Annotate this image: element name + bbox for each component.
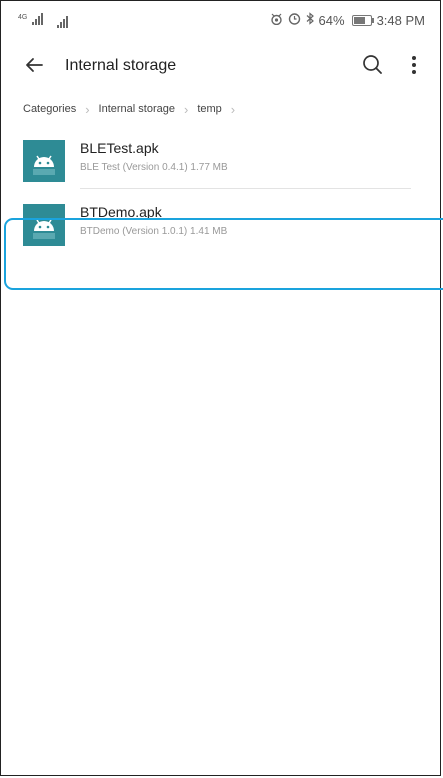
alarm-icon <box>288 12 301 28</box>
file-name: BLETest.apk <box>80 140 159 156</box>
signal-bars-icon <box>31 13 43 25</box>
page-title: Internal storage <box>65 57 177 74</box>
breadcrumb-internal-storage[interactable]: Internal storage <box>99 103 175 115</box>
bluetooth-icon <box>306 12 314 28</box>
arrow-left-icon <box>26 58 43 72</box>
breadcrumb-categories[interactable]: Categories <box>23 103 76 115</box>
file-meta: BLE Test (Version 0.4.1) 1.77 MB <box>80 162 228 173</box>
app-bar: Internal storage <box>0 42 443 88</box>
breadcrumb-temp[interactable]: temp <box>197 103 221 115</box>
breadcrumb: Categories › Internal storage › temp › <box>23 100 244 118</box>
search-button[interactable] <box>357 50 387 80</box>
signal-indicators: 4G <box>18 13 68 28</box>
chevron-right-icon: › <box>183 101 189 117</box>
status-bar: 4G 64% 3:48 PM <box>12 10 431 32</box>
android-apk-icon <box>23 140 65 182</box>
list-item-bletest[interactable]: BLETest.apk BLE Test (Version 0.4.1) 1.7… <box>0 136 443 190</box>
network-type-label: 4G <box>18 14 28 21</box>
back-button[interactable] <box>20 50 50 80</box>
signal-bars-2-icon <box>56 16 68 28</box>
battery-icon <box>351 14 374 26</box>
eye-comfort-icon <box>270 13 283 28</box>
search-icon <box>363 55 382 74</box>
chevron-right-icon: › <box>85 101 90 117</box>
battery-percent: 64% <box>318 12 345 28</box>
status-right: 64% 3:48 PM <box>270 12 425 28</box>
clock: 3:48 PM <box>376 12 425 28</box>
more-vertical-icon <box>412 56 416 74</box>
more-options-button[interactable] <box>399 50 429 80</box>
signal-1: 4G <box>18 13 43 28</box>
list-divider <box>80 188 411 189</box>
selection-highlight <box>4 218 443 290</box>
chevron-right-icon: › <box>230 101 236 117</box>
